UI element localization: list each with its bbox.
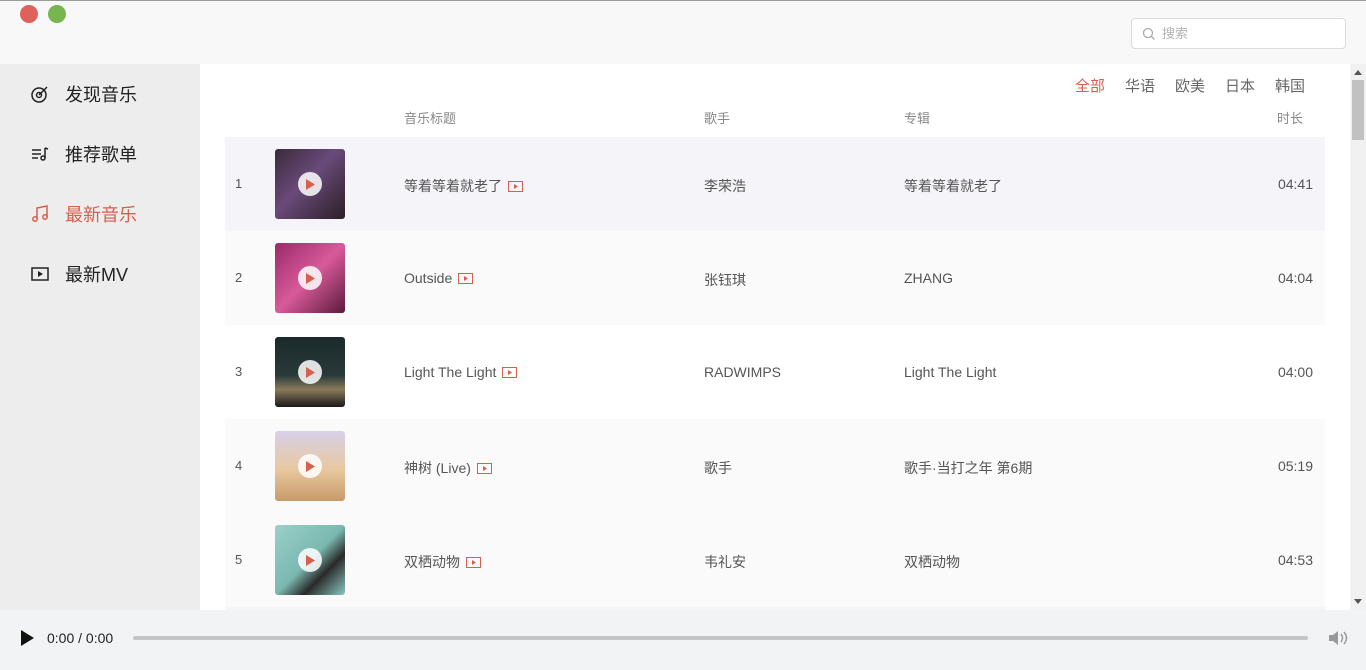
row-index: 3 — [235, 364, 243, 379]
play-icon[interactable] — [298, 172, 322, 196]
disc-icon — [31, 86, 48, 103]
sidebar-item-latest-mv[interactable]: 最新MV — [30, 259, 128, 289]
album-cover[interactable] — [275, 525, 345, 595]
duration: 05:19 — [1277, 458, 1313, 474]
singer[interactable]: 张钰琪 — [704, 270, 746, 290]
sidebar: 发现音乐 推荐歌单 最新音乐 最新MV — [0, 64, 200, 610]
duration: 04:53 — [1277, 552, 1313, 568]
row-index: 2 — [235, 270, 243, 285]
audio-player: 0:00 / 0:00 — [0, 610, 1366, 670]
search-input[interactable] — [1162, 26, 1332, 41]
play-icon[interactable] — [298, 266, 322, 290]
scrollbar[interactable] — [1350, 64, 1366, 610]
song-title[interactable]: 双栖动物 — [404, 552, 481, 572]
duration: 04:00 — [1277, 364, 1313, 380]
tab-chinese[interactable]: 华语 — [1125, 75, 1155, 96]
row-index: 5 — [235, 552, 243, 567]
song-title[interactable]: 神树 (Live) — [404, 458, 492, 478]
album[interactable]: 歌手·当打之年 第6期 — [904, 458, 1032, 478]
scroll-down-arrow-icon[interactable] — [1354, 599, 1362, 604]
mv-icon[interactable] — [466, 556, 481, 568]
player-time: 0:00 / 0:00 — [47, 630, 114, 646]
header-title: 音乐标题 — [404, 111, 457, 126]
sidebar-item-latest-music[interactable]: 最新音乐 — [30, 199, 137, 229]
singer[interactable]: RADWIMPS — [704, 364, 781, 380]
singer[interactable]: 韦礼安 — [704, 552, 746, 572]
song-title[interactable]: 等着等着就老了 — [404, 176, 523, 196]
table-row[interactable]: 1 等着等着就老了 李荣浩 等着等着就老了 04:41 — [225, 137, 1325, 231]
table-row[interactable]: 4 神树 (Live) 歌手 歌手·当打之年 第6期 05:19 — [225, 419, 1325, 513]
album[interactable]: 等着等着就老了 — [904, 176, 1002, 196]
mv-icon[interactable] — [476, 462, 492, 474]
singer[interactable]: 李荣浩 — [704, 176, 746, 196]
header — [0, 4, 1366, 64]
search-box[interactable] — [1131, 18, 1346, 49]
close-window-button[interactable] — [20, 5, 38, 23]
music-note-icon — [32, 205, 48, 222]
play-icon[interactable] — [20, 630, 34, 646]
album[interactable]: ZHANG — [904, 270, 953, 286]
album-cover[interactable] — [275, 149, 345, 219]
singer[interactable]: 歌手 — [704, 458, 732, 478]
sidebar-item-discover-music[interactable]: 发现音乐 — [30, 79, 137, 109]
duration: 04:41 — [1277, 176, 1313, 192]
album-cover[interactable] — [275, 431, 345, 501]
song-title-text: 神树 (Live) — [404, 460, 471, 476]
album[interactable]: Light The Light — [904, 364, 996, 380]
app-window: 发现音乐 推荐歌单 最新音乐 — [0, 0, 1366, 670]
album[interactable]: 双栖动物 — [904, 552, 960, 572]
row-index: 1 — [235, 176, 243, 191]
play-icon[interactable] — [298, 454, 322, 478]
header-album: 专辑 — [904, 111, 931, 126]
mv-icon[interactable] — [458, 272, 474, 284]
table-row[interactable]: 5 双栖动物 韦礼安 双栖动物 04:53 — [225, 513, 1325, 607]
sidebar-item-label: 推荐歌单 — [65, 145, 137, 165]
mv-icon[interactable] — [502, 366, 518, 378]
header-singer: 歌手 — [704, 111, 731, 126]
duration: 04:04 — [1277, 270, 1313, 286]
play-icon[interactable] — [298, 360, 322, 384]
table-row[interactable]: 2 Outside 张钰琪 ZHANG 04:04 — [225, 231, 1325, 325]
song-list: 1 等着等着就老了 李荣浩 等着等着就老了 04:41 2 Outside 张钰… — [225, 137, 1325, 607]
search-icon — [1142, 27, 1155, 40]
region-tabs: 全部 华语 欧美 日本 韩国 — [1075, 75, 1305, 96]
sidebar-item-recommended-playlists[interactable]: 推荐歌单 — [30, 139, 137, 169]
volume-icon[interactable] — [1328, 629, 1350, 647]
row-index: 4 — [235, 458, 243, 473]
tab-western[interactable]: 欧美 — [1175, 75, 1205, 96]
sidebar-item-label: 发现音乐 — [65, 85, 137, 105]
sidebar-item-label: 最新MV — [65, 265, 128, 285]
album-cover[interactable] — [275, 337, 345, 407]
scroll-up-arrow-icon[interactable] — [1354, 70, 1362, 75]
playlist-icon — [32, 147, 49, 161]
video-icon — [31, 267, 49, 281]
mv-icon[interactable] — [508, 180, 523, 192]
song-title[interactable]: Outside — [404, 270, 474, 286]
table-row[interactable]: 3 Light The Light RADWIMPS Light The Lig… — [225, 325, 1325, 419]
tab-japan[interactable]: 日本 — [1225, 75, 1255, 96]
tab-korea[interactable]: 韩国 — [1275, 75, 1305, 96]
scroll-thumb[interactable] — [1352, 80, 1364, 140]
header-duration: 时长 — [1277, 111, 1304, 126]
album-cover[interactable] — [275, 243, 345, 313]
main-content: 全部 华语 欧美 日本 韩国 音乐标题 歌手 专辑 时长 1 等着等着就老了 李… — [200, 64, 1350, 610]
maximize-window-button[interactable] — [48, 5, 66, 23]
song-title-text: 等着等着就老了 — [404, 178, 502, 194]
tab-all[interactable]: 全部 — [1075, 75, 1105, 96]
song-title-text: 双栖动物 — [404, 554, 460, 570]
progress-bar[interactable] — [133, 636, 1308, 640]
song-title[interactable]: Light The Light — [404, 364, 518, 380]
song-title-text: Light The Light — [404, 364, 497, 380]
table-header: 音乐标题 歌手 专辑 时长 — [200, 106, 1350, 126]
song-title-text: Outside — [404, 270, 453, 286]
play-icon[interactable] — [298, 548, 322, 572]
sidebar-item-label: 最新音乐 — [65, 205, 137, 225]
